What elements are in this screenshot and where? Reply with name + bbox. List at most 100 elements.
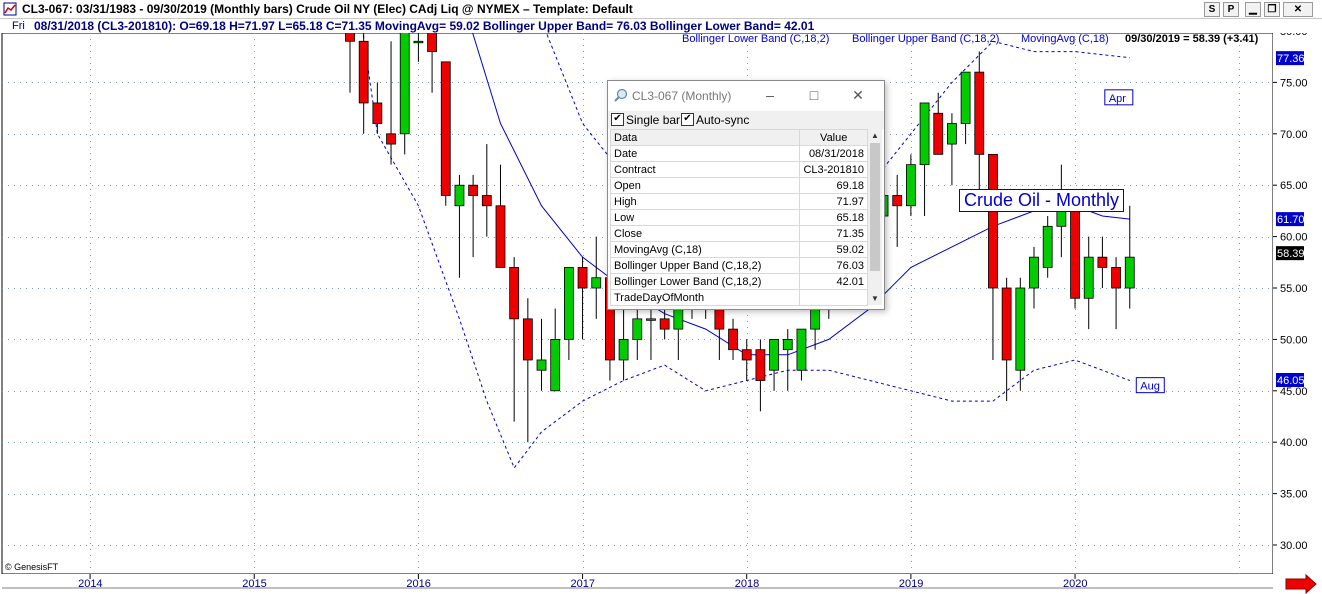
dialog-maximize-icon[interactable]: □ [804, 87, 824, 103]
table-row[interactable]: MovingAvg (C,18) 59.02 [609, 241, 868, 258]
up-candle[interactable] [1015, 287, 1026, 371]
price-tick-label: 45.00 [1280, 386, 1308, 398]
up-candle[interactable] [1042, 225, 1053, 268]
up-candle[interactable] [646, 318, 656, 321]
scroll-up-icon[interactable]: ▲ [868, 131, 882, 140]
single-bar-checkbox[interactable]: ✔ [611, 113, 624, 126]
dialog-title: CL3-067 (Monthly) [632, 89, 732, 103]
data-window-dialog[interactable]: CL3-067 (Monthly) – □ ✕ ✔ Single bar ✔ A… [607, 80, 885, 310]
dialog-title-bar[interactable]: CL3-067 (Monthly) – □ ✕ [608, 81, 884, 111]
up-candle[interactable] [796, 328, 807, 371]
down-candle[interactable] [577, 267, 588, 289]
dialog-scrollbar[interactable]: ▲ ▼ [868, 129, 882, 305]
dialog-minimize-icon[interactable]: – [760, 87, 780, 103]
up-candle[interactable] [591, 277, 602, 289]
table-row[interactable]: Bollinger Upper Band (C,18,2) 76.03 [609, 257, 868, 274]
chart-app-icon [3, 2, 17, 16]
table-row[interactable]: Open 69.18 [609, 177, 868, 194]
down-candle[interactable] [728, 328, 738, 351]
up-candle[interactable] [1083, 256, 1094, 299]
scroll-thumb[interactable] [870, 143, 880, 271]
up-candle[interactable] [769, 338, 779, 371]
down-candle[interactable] [988, 153, 998, 289]
auto-sync-checkbox[interactable]: ✔ [681, 113, 694, 126]
column-header-value[interactable]: Value [799, 129, 868, 146]
price-tick-label: 70.00 [1280, 129, 1308, 141]
down-candle[interactable] [755, 349, 766, 381]
p-button[interactable]: P [1223, 2, 1239, 17]
table-row[interactable]: Bollinger Lower Band (C,18,2) 42.01 [609, 273, 868, 290]
year-tick-label: 2017 [571, 578, 595, 590]
dialog-close-icon[interactable]: ✕ [848, 87, 868, 104]
price-tick-label: 35.00 [1280, 489, 1308, 501]
up-candle[interactable] [413, 40, 424, 44]
down-candle[interactable] [933, 112, 944, 155]
down-candle[interactable] [974, 71, 985, 155]
up-candle[interactable] [454, 184, 465, 207]
row-label: MovingAvg (C,18) [609, 241, 801, 258]
up-candle[interactable] [947, 123, 957, 145]
close-button[interactable]: ✕ [1283, 2, 1313, 17]
up-candle[interactable] [563, 267, 574, 340]
up-candle[interactable] [550, 338, 561, 392]
down-candle[interactable] [468, 184, 479, 196]
row-value: 42.01 [799, 273, 868, 290]
row-label: Low [609, 209, 801, 226]
month-callout-text: Aug [1140, 381, 1160, 393]
column-header-data[interactable]: Data [609, 129, 801, 146]
down-candle[interactable] [509, 267, 520, 320]
up-candle[interactable] [1124, 256, 1135, 289]
table-row[interactable]: High 71.97 [609, 193, 868, 210]
down-candle[interactable] [522, 318, 533, 361]
row-value: 59.02 [799, 241, 868, 258]
price-tick-label: 75.00 [1280, 77, 1308, 89]
table-row[interactable]: Low 65.18 [609, 209, 868, 226]
down-candle[interactable] [372, 102, 383, 124]
down-candle[interactable] [1001, 287, 1012, 361]
up-candle[interactable] [919, 102, 930, 166]
minimize-button[interactable]: ▁ [1245, 2, 1261, 17]
price-tick-label: 50.00 [1280, 334, 1308, 346]
up-candle[interactable] [1029, 256, 1039, 289]
up-candle[interactable] [782, 338, 793, 351]
time-axis [0, 574, 1322, 594]
legend-upper-band[interactable]: Bollinger Upper Band (C,18,2) [852, 33, 999, 45]
down-candle[interactable] [1070, 205, 1080, 299]
down-candle[interactable] [659, 318, 670, 330]
year-tick-label: 2018 [735, 578, 759, 590]
row-value: 08/31/2018 [799, 145, 868, 162]
table-row[interactable]: Contract CL3-201810 [609, 161, 868, 178]
table-row[interactable]: TradeDayOfMonth [609, 289, 868, 306]
down-candle[interactable] [1111, 267, 1121, 289]
up-candle[interactable] [536, 359, 547, 371]
price-label-text: 58.39 [1277, 248, 1305, 260]
s-button[interactable]: S [1204, 2, 1220, 17]
table-row[interactable]: Close 71.35 [609, 225, 868, 242]
restore-button[interactable]: ❐ [1264, 2, 1280, 17]
down-candle[interactable] [386, 133, 396, 145]
year-tick-label: 2019 [899, 578, 923, 590]
down-candle[interactable] [495, 205, 506, 268]
down-candle[interactable] [481, 195, 492, 207]
up-candle[interactable] [960, 71, 971, 124]
row-label: Contract [609, 161, 801, 178]
down-candle[interactable] [892, 195, 903, 207]
legend-lower-band[interactable]: Bollinger Lower Band (C,18,2) [682, 33, 829, 45]
down-candle[interactable] [741, 349, 752, 361]
up-candle[interactable] [632, 318, 643, 340]
up-candle[interactable] [618, 338, 629, 361]
up-candle[interactable] [399, 30, 410, 135]
table-row[interactable]: Date 08/31/2018 [609, 145, 868, 162]
down-candle[interactable] [440, 61, 451, 196]
down-candle[interactable] [358, 40, 369, 104]
down-candle[interactable] [427, 30, 437, 52]
scroll-down-icon[interactable]: ▼ [868, 294, 882, 303]
chart-annotation[interactable]: Crude Oil - Monthly [959, 189, 1125, 212]
row-label: High [609, 193, 801, 210]
legend-last-value: 09/30/2019 = 58.39 (+3.41) [1125, 33, 1259, 45]
row-label: TradeDayOfMonth [609, 289, 801, 306]
down-candle[interactable] [1097, 256, 1108, 268]
legend-moving-avg[interactable]: MovingAvg (C,18) [1021, 33, 1109, 45]
price-tick-label: 55.00 [1280, 283, 1308, 295]
up-candle[interactable] [905, 164, 916, 207]
